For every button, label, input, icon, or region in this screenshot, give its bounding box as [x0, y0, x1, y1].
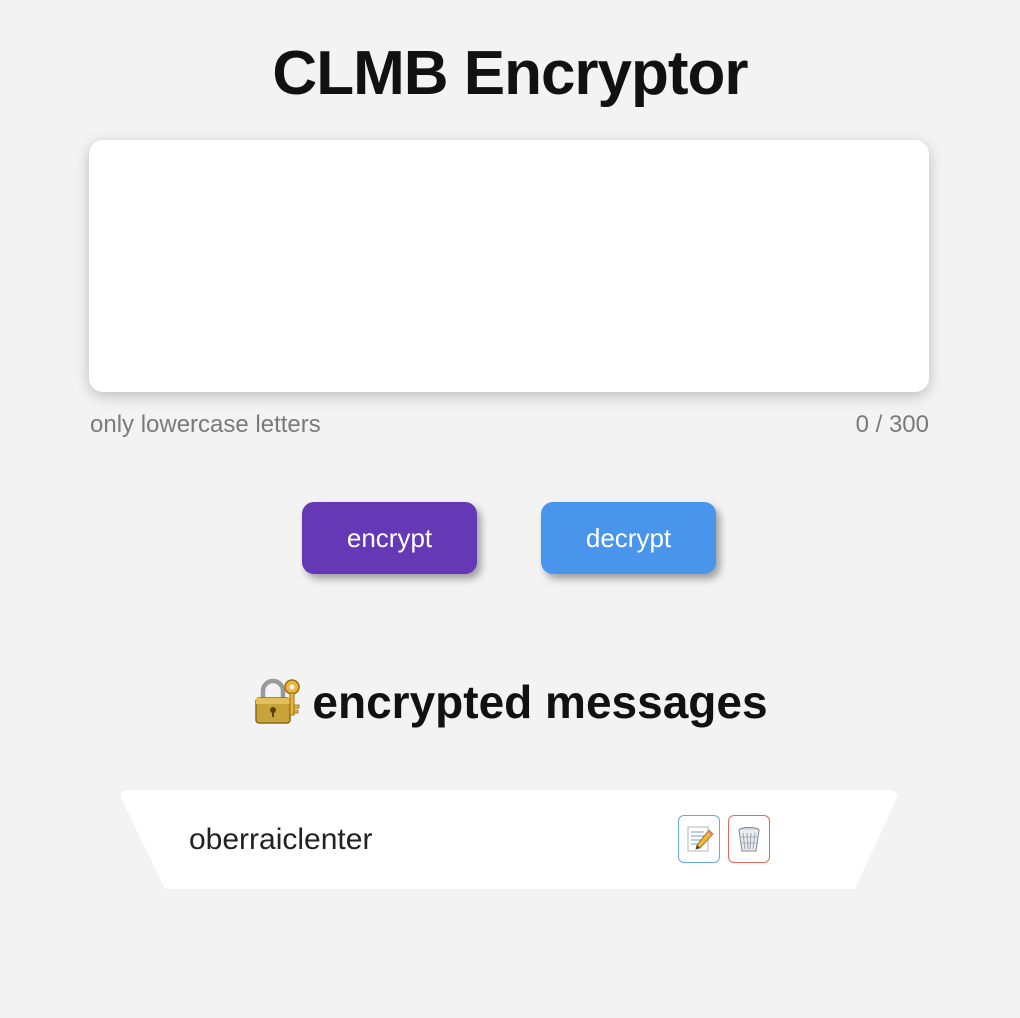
section-heading-text: encrypted messages	[312, 676, 768, 728]
memo-pencil-icon	[687, 826, 714, 852]
message-list-item: oberraiclenter	[121, 790, 897, 889]
edit-message-button[interactable]	[678, 815, 720, 863]
wastebasket-icon	[738, 827, 760, 852]
char-counter: 0 / 300	[855, 411, 929, 438]
locked-with-key-icon	[252, 677, 302, 727]
delete-message-button[interactable]	[728, 815, 770, 863]
encrypt-button[interactable]: encrypt	[302, 502, 477, 574]
input-hint: only lowercase letters	[90, 411, 321, 438]
encrypted-message-text: oberraiclenter	[189, 823, 373, 856]
encrypted-messages-heading: encrypted messages	[0, 672, 1020, 732]
message-input[interactable]	[89, 140, 929, 392]
decrypt-button[interactable]: decrypt	[541, 502, 716, 574]
page-title: CLMB Encryptor	[272, 39, 748, 108]
